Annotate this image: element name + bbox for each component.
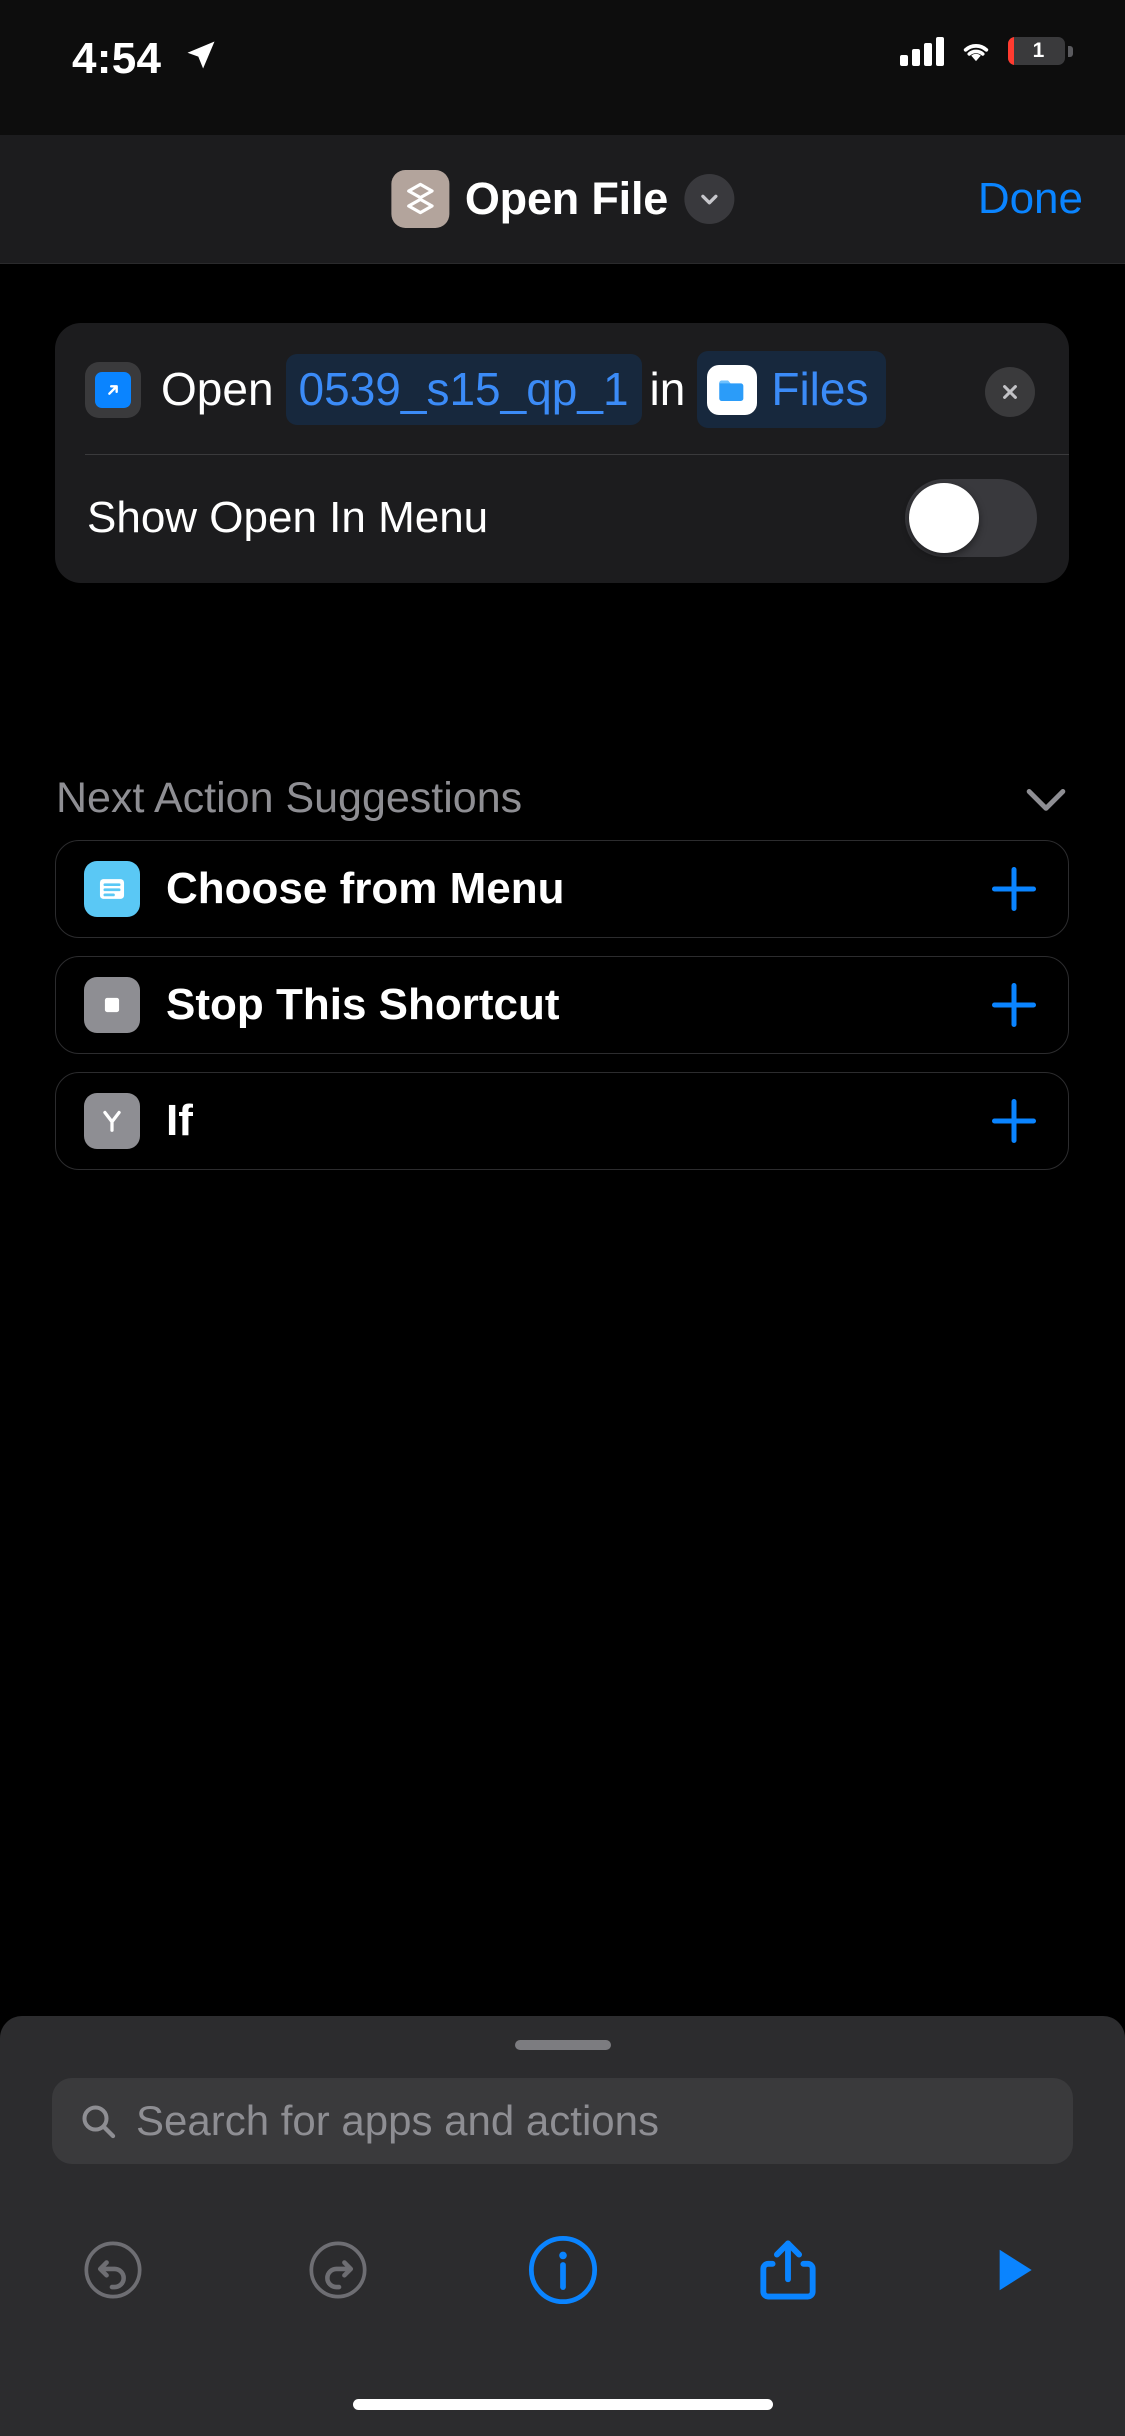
files-folder-icon — [707, 364, 758, 415]
action-parameter-row[interactable]: Open 0539_s15_qp_1 in Files — [55, 323, 1069, 454]
suggestion-label: Stop This Shortcut — [166, 980, 560, 1029]
suggestion-row-if[interactable]: If — [55, 1072, 1069, 1170]
file-variable-token[interactable]: 0539_s15_qp_1 — [285, 354, 642, 426]
plus-icon[interactable] — [988, 979, 1040, 1031]
shortcuts-action-editor-screen: 4:54 1 Open File Done Open 0539_s15_qp_1… — [0, 0, 1125, 2436]
search-sheet: Search for apps and actions — [0, 2016, 1125, 2436]
nav-title-group[interactable]: Open File — [390, 170, 735, 228]
close-x-icon[interactable] — [985, 367, 1035, 417]
branch-if-icon — [84, 1093, 140, 1149]
cellular-signal-icon — [900, 36, 944, 66]
next-action-suggestions-header[interactable]: Next Action Suggestions — [56, 774, 1069, 823]
toggle-knob — [909, 483, 979, 554]
app-token-files[interactable]: Files — [697, 351, 887, 429]
suggestions-title: Next Action Suggestions — [56, 774, 523, 822]
done-button[interactable]: Done — [978, 174, 1083, 224]
editor-toolbar — [0, 2200, 1125, 2340]
suggestion-label: If — [166, 1096, 193, 1145]
redo-icon[interactable] — [225, 2238, 450, 2302]
action-verb: Open — [161, 363, 274, 415]
page-title: Open File — [464, 173, 669, 224]
search-icon — [82, 2105, 116, 2139]
suggestion-row-stop-this-shortcut[interactable]: Stop This Shortcut — [55, 956, 1069, 1054]
chevron-down-icon[interactable] — [1023, 784, 1069, 814]
plus-icon[interactable] — [988, 863, 1040, 915]
action-connector: in — [649, 363, 686, 415]
action-flow-text: Open 0539_s15_qp_1 in Files — [85, 351, 1039, 429]
wifi-icon — [963, 44, 989, 62]
navigation-bar: Open File Done — [0, 135, 1125, 264]
search-input[interactable]: Search for apps and actions — [52, 2078, 1073, 2164]
drag-handle[interactable] — [514, 2040, 611, 2050]
location-arrow-icon — [187, 41, 215, 69]
status-bar: 4:54 1 — [0, 0, 1125, 135]
plus-icon[interactable] — [988, 1095, 1040, 1147]
menu-list-icon — [84, 861, 140, 917]
info-icon[interactable] — [450, 2232, 675, 2308]
open-in-arrow-icon — [85, 361, 141, 418]
app-token-label: Files — [771, 363, 869, 415]
action-card-open-file[interactable]: Open 0539_s15_qp_1 in Files Show Open In Me… — [55, 323, 1069, 584]
home-indicator — [352, 2399, 773, 2410]
chevron-down-icon[interactable] — [684, 174, 735, 224]
play-icon[interactable] — [900, 2238, 1125, 2302]
share-icon[interactable] — [675, 2233, 900, 2307]
toggle-label: Show Open In Menu — [87, 493, 489, 543]
stop-square-icon — [84, 977, 140, 1033]
status-right-cluster: 1 — [900, 36, 1073, 66]
search-placeholder: Search for apps and actions — [136, 2097, 659, 2144]
shortcuts-layers-icon — [390, 170, 449, 228]
show-open-in-menu-row[interactable]: Show Open In Menu — [55, 455, 1069, 583]
status-time: 4:54 — [72, 34, 162, 83]
suggestion-label: Choose from Menu — [166, 864, 565, 913]
suggestion-row-choose-from-menu[interactable]: Choose from Menu — [55, 840, 1069, 938]
battery-icon: 1 — [1008, 37, 1065, 65]
undo-icon[interactable] — [0, 2238, 225, 2302]
suggestions-list: Choose from Menu Stop This Shortcut If — [55, 840, 1069, 1188]
show-open-in-menu-toggle[interactable] — [905, 479, 1037, 558]
